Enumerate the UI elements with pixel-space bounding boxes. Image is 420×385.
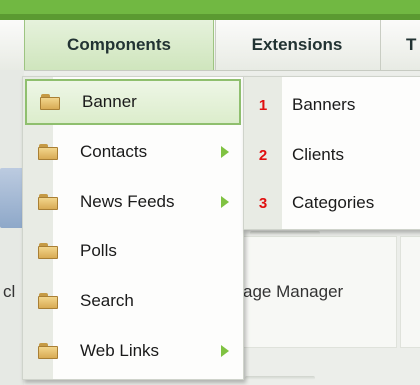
menu-item-label: News Feeds (80, 192, 175, 211)
banner-submenu: 1 Banners 2 Clients 3 Categories (243, 76, 420, 230)
menu-divider (380, 20, 381, 70)
annotation-number: 2 (258, 146, 268, 164)
folder-icon (40, 94, 60, 110)
menu-item-label: Search (80, 291, 134, 310)
submenu-item-clients[interactable]: 2 Clients (244, 131, 420, 179)
submenu-item-banners[interactable]: 1 Banners (244, 81, 420, 129)
submenu-arrow-icon (221, 345, 229, 357)
monitor-icon (0, 168, 24, 228)
menu-tab-label: T (406, 35, 417, 54)
menu-item-label: Banner (82, 92, 137, 111)
components-dropdown: Banner Contacts News Feeds Polls Search … (22, 76, 244, 380)
submenu-arrow-icon (221, 196, 229, 208)
background-partial-text: cl (3, 282, 16, 301)
media-manager-link[interactable]: age Manager (243, 282, 343, 302)
menu-item-search[interactable]: Search (25, 278, 241, 324)
submenu-item-label: Clients (292, 145, 344, 164)
menu-tab-label: Components (67, 35, 171, 54)
menu-tab-components[interactable]: Components (24, 20, 214, 70)
annotation-number: 3 (258, 194, 268, 212)
menu-item-polls[interactable]: Polls (25, 228, 241, 274)
menu-tab-label: Extensions (251, 35, 343, 54)
menubar: Components Extensions T (0, 20, 420, 71)
submenu-item-categories[interactable]: 3 Categories (244, 179, 420, 227)
folder-icon (38, 243, 58, 259)
menu-item-banner[interactable]: Banner (25, 79, 241, 125)
submenu-arrow-icon (221, 146, 229, 158)
background-divider (250, 231, 320, 235)
menu-item-label: Contacts (80, 142, 148, 161)
top-accent-bar (0, 0, 420, 14)
submenu-item-label: Banners (292, 95, 356, 114)
folder-icon (38, 293, 58, 309)
menu-item-label: Polls (80, 241, 117, 260)
menu-item-contacts[interactable]: Contacts (25, 129, 241, 175)
background-panel (400, 236, 420, 348)
annotation-number: 1 (258, 96, 268, 114)
submenu-item-label: Categories (292, 193, 375, 212)
menu-item-news-feeds[interactable]: News Feeds (25, 179, 241, 225)
menu-item-label: Web Links (80, 341, 160, 360)
menu-item-web-links[interactable]: Web Links (25, 328, 241, 374)
folder-icon (38, 343, 58, 359)
folder-icon (38, 144, 58, 160)
menu-tab-extensions[interactable]: Extensions (216, 20, 378, 70)
folder-icon (38, 194, 58, 210)
menu-tab-partial[interactable]: T (406, 20, 420, 70)
background-divider (245, 376, 315, 380)
